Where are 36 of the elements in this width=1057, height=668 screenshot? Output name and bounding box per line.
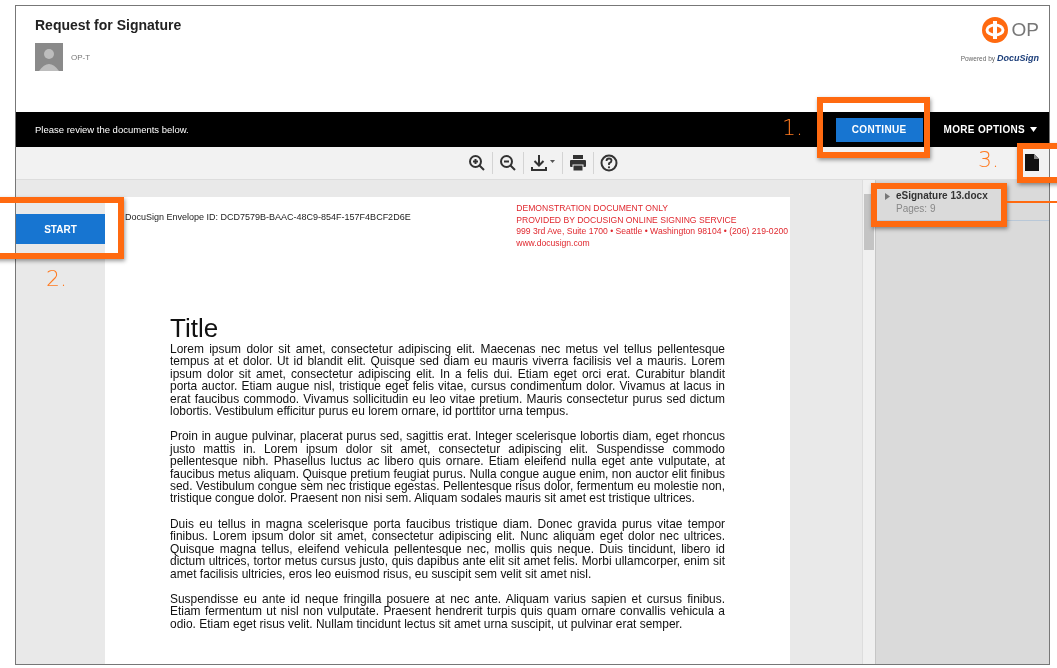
avatar-icon: [35, 43, 63, 71]
help-icon[interactable]: [599, 154, 618, 172]
demonstration-notice-line: 999 3rd Ave, Suite 1700 • Seattle • Washington 98104 • (206) 219-0200: [516, 226, 788, 238]
scrollbar[interactable]: [862, 180, 875, 664]
instruction-text: Please review the documents below.: [35, 124, 189, 135]
highlight-frame: [1017, 143, 1057, 183]
logo-icon: [981, 17, 1008, 43]
body-paragraph: Lorem ipsum dolor sit amet, consectetur adipiscing elit. Maecenas nec metus vel tellus pellentesque tempus at et dolor. Ut id blandit elit. Quisque sed diam eu mauris viverra facilisis vel a mauris. Lorem ipsum dolor sit amet, consectetur adipiscing elit. In a felis dui. Etiam eget orci erat. Curabitur blandit porta auctor. Etiam augue nisl, tristique eget felis vitae, cursus condimentum dolor. Vivamus at lacus in erat faucibus commodo. Vivamus sollicitudin eu leo vitae pretium. Mauris consectetur purus sed dictum lobortis. Vestibulum efficitur purus eu lorem ornare, id porttitor urna tempus.: [170, 343, 725, 418]
window-title: Request for Signature: [35, 17, 182, 33]
demonstration-notice-line: www.docusign.com: [516, 237, 591, 249]
callout-number: 3.: [978, 147, 999, 172]
callout-number: 2.: [46, 266, 67, 291]
download-icon[interactable]: [529, 154, 556, 172]
document-title: Title: [170, 313, 220, 343]
envelope-id: DocuSign Envelope ID: DCD7579B-BAAC-48C9-854F-157F4BCF2D6E: [125, 212, 411, 224]
body-paragraph: Proin in augue pulvinar, placerat purus sed, sagittis erat. Integer scelerisque lobortis diam, eget rhoncus justo mattis in. Lorem ipsum dolor sit amet, consectetur adipiscing elit. Suspendisse commodo pellentesque nibh. Phasellus luctus ac libero quis ornare. Etiam eleifend nulla eget ante vulputate, at faucibus metus aliquam. Quisque pretium feugiat purus. Nulla congue augue enim, non auctor elit finibus sed. Vestibulum congue sem nec tristique egestas. Pellentesque risus dolor, fermentum eu molestie non, tristique congue dolor. Praesent non nisi sem. Aliquam sodales mauris sit amet est tristique ultrices.: [170, 430, 725, 505]
document-name: eSignature 13.docx: [896, 190, 988, 201]
demonstration-notice-line: PROVIDED BY DOCUSIGN ONLINE SIGNING SERVICE: [516, 214, 738, 226]
demonstration-notice-line: DEMONSTRATION DOCUMENT ONLY: [516, 203, 670, 215]
body-paragraph: Suspendisse eu ante id neque fringilla posuere at nec ante. Aliquam varius sapien et cursus finibus. Etiam fermentum ut nisl non vulputate. Praesent hendrerit turpis quis quam ornare convallis vehicula a odio. Etiam eget risus velit. Nullam tincidunt lectus sit amet urna suscipit, ut pulvinar erat semper.: [170, 592, 725, 631]
callout-number: 1.: [782, 115, 803, 140]
more-options-button[interactable]: MORE OPTIONS: [943, 124, 1037, 135]
sender-name: OP-T: [71, 52, 91, 62]
leader-line: [1007, 201, 1057, 203]
zoom-out-icon[interactable]: [498, 154, 517, 172]
continue-button[interactable]: CONTINUE: [835, 117, 923, 142]
brand-name: OP: [1011, 19, 1039, 41]
print-icon[interactable]: [568, 154, 587, 172]
docusign-logo-text: DocuSign: [997, 53, 1039, 63]
page-count: Pages: 9: [896, 203, 937, 214]
expand-icon[interactable]: [885, 193, 890, 200]
document-icon[interactable]: [1025, 154, 1039, 171]
zoom-in-icon[interactable]: [467, 154, 486, 172]
start-button[interactable]: START: [16, 214, 105, 244]
body-paragraph: Duis eu tellus in magna scelerisque porta faucibus tristique diam. Donec gravida purus vitae tempor finibus. Lorem ipsum dolor sit amet, consectetur adipiscing elit. Nunc aliquam eget dolor nec ultrices. Quisque magna tellus, eleifend vehicula pellentesque nec, mollis quis neque. Duis tincidunt, libero id dictum ultrices, tortor metus cursus justo, quis dapibus ante elit sit amet felis. Morbi ullamcorper, enim sit amet facilisis ultricies, eros leo euismod risus, eu suscipit sem velit sit amet nisl.: [170, 517, 725, 580]
caret-icon: [1030, 127, 1037, 132]
